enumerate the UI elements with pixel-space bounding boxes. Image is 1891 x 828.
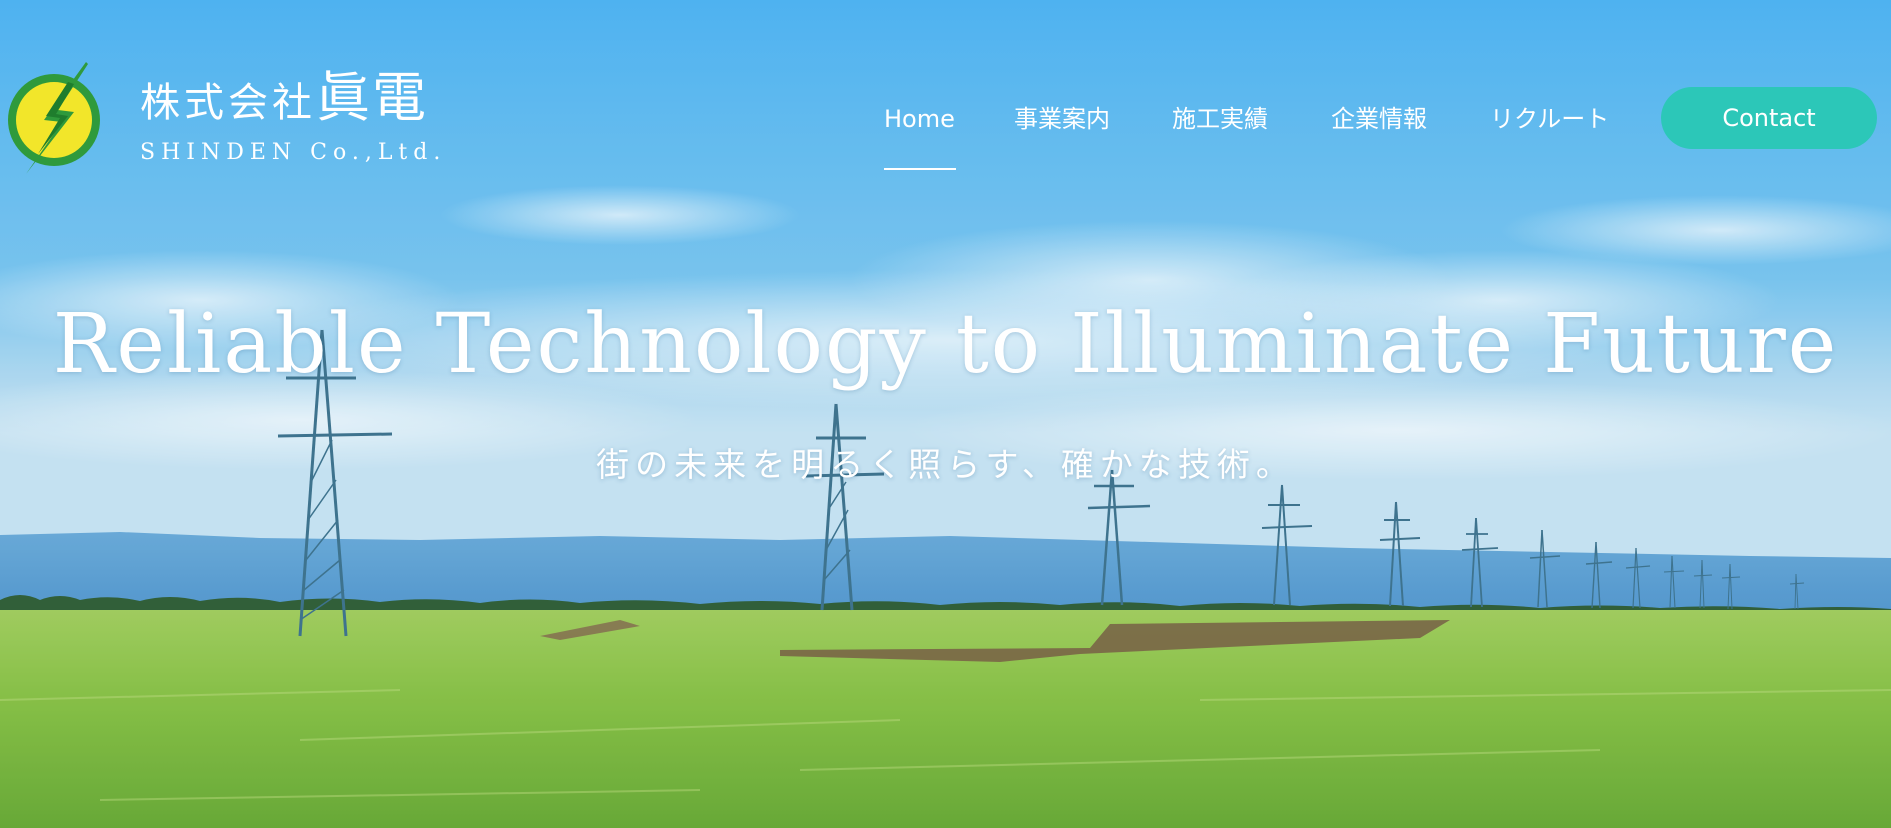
nav-item-works[interactable]: 施工実績	[1172, 100, 1268, 138]
brand-name-en: SHINDEN Co.,Ltd.	[140, 140, 447, 165]
page: 株式会社眞電 SHINDEN Co.,Ltd. Home 事業案内 施工実績 企…	[0, 0, 1891, 828]
contact-button[interactable]: Contact	[1661, 87, 1877, 149]
nav-item-company[interactable]: 企業情報	[1331, 100, 1427, 138]
hero-subtitle: 街の未来を明るく照らす、確かな技術。	[596, 445, 1295, 484]
nav-active-indicator	[884, 168, 956, 170]
nav-item-recruit[interactable]: リクルート	[1490, 100, 1609, 138]
hero-title: Reliable Technology to Illuminate Future	[52, 297, 1839, 392]
nav-item-home[interactable]: Home	[884, 100, 955, 138]
main-nav: Home 事業案内 施工実績 企業情報 リクルート	[0, 100, 1891, 140]
nav-item-business[interactable]: 事業案内	[1014, 100, 1110, 138]
site-header: 株式会社眞電 SHINDEN Co.,Ltd. Home 事業案内 施工実績 企…	[0, 0, 1891, 180]
